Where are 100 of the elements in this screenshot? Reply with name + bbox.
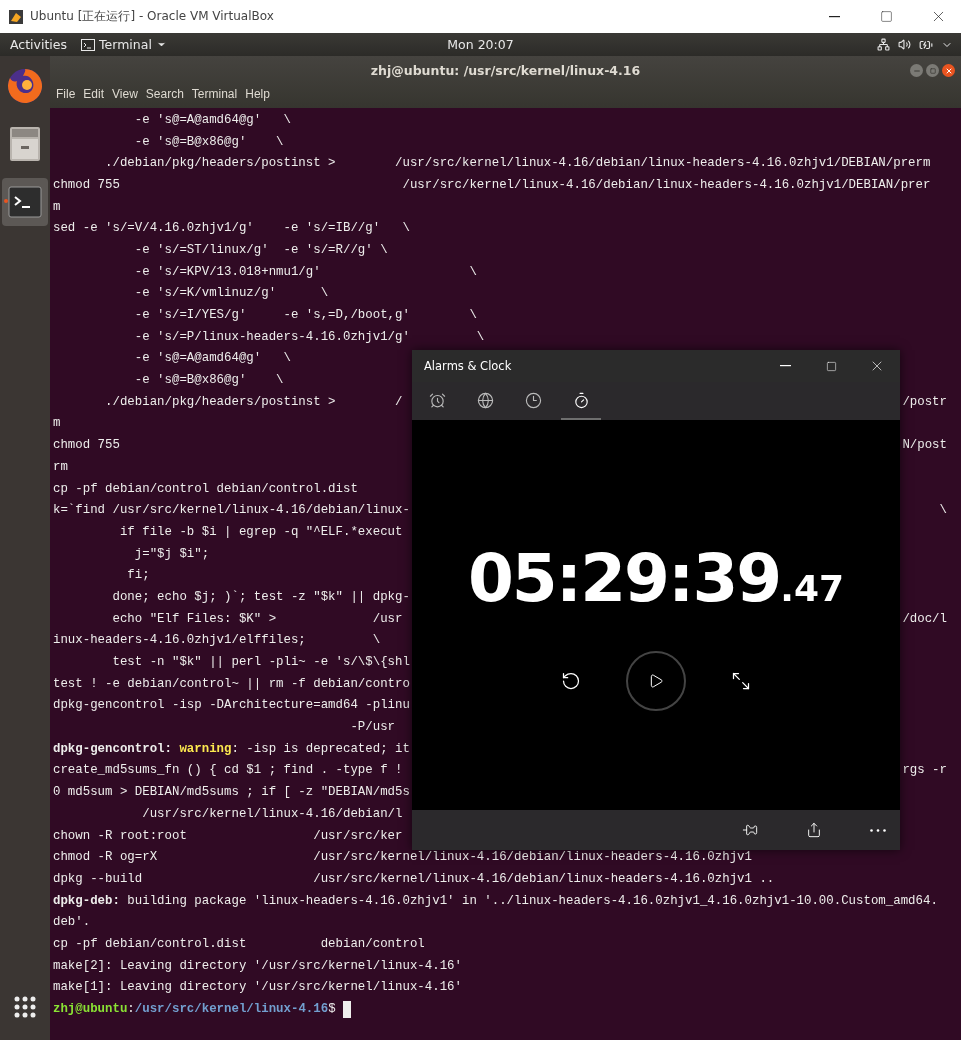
terminal-line: test -n "$k" || perl -pli~ -e 's/\$\{shl xyxy=(111,655,410,670)
terminal-line: rgs -r xyxy=(902,763,947,778)
terminal-line: m xyxy=(53,199,61,214)
elapsed-time: 05:29:39 xyxy=(467,540,781,617)
file-cabinet-icon xyxy=(9,126,41,162)
menu-item[interactable]: Edit xyxy=(79,87,109,101)
terminal-line: N/post xyxy=(902,438,947,453)
terminal-line: inux-headers-4.16.0zhjv1/elffiles; \ xyxy=(53,633,381,648)
terminal-line: -e 's@=A@amd64@g' \ xyxy=(133,112,291,127)
menu-item[interactable]: Search xyxy=(141,87,188,101)
dock-item[interactable] xyxy=(2,178,48,226)
clock[interactable]: Mon 20:07 xyxy=(447,37,514,52)
reset-button[interactable] xyxy=(561,671,581,691)
terminal-line: deb'. xyxy=(53,915,91,930)
terminal-line: chmod 755 /usr/src/kernel/linux-4.16/debian/linux-headers-4.16.0zhjv1/DEBIAN/prer xyxy=(53,177,931,192)
terminal-line: make[2]: Leaving directory '/usr/src/kernel/linux-4.16' xyxy=(53,958,462,973)
terminal-line: k=`find /usr/src/kernel/linux-4.16/debian/linux- xyxy=(53,503,410,518)
terminal-line: chown -R root:root /usr/src/ker xyxy=(53,828,403,843)
window-title: Ubuntu [正在运行] - Oracle VM VirtualBox xyxy=(30,8,275,25)
terminal-line: -e 's/=P/linux-headers-4.16.0zhjv1/g' \ xyxy=(133,329,485,344)
network-icon[interactable] xyxy=(877,38,890,51)
activities-button[interactable]: Activities xyxy=(10,37,76,52)
maximize-icon xyxy=(879,10,893,23)
terminal-text: building package 'linux-headers-4.16.0zhjv1' in '../linux-headers-4.16.0zhjv1_4.16.0zhjv1-10.00.Custom_amd64. xyxy=(126,893,938,908)
terminal-line: if file -b $i | egrep -q "^ELF.*execut xyxy=(118,524,403,539)
terminal-line: /doc/l xyxy=(902,611,947,626)
prompt-path: /usr/src/kernel/linux-4.16 xyxy=(134,1002,329,1017)
terminal-line: dpkg --build /usr/src/kernel/linux-4.16/debian/linux-headers-4.16.0zhjv1 .. xyxy=(53,871,775,886)
terminal-icon xyxy=(81,38,96,51)
terminal-line: ./debian/pkg/headers/postinst > /usr/src/kernel/linux-4.16/debian/linux-headers-4.16.0zhjv1/DEBIAN/prerm xyxy=(104,156,931,171)
terminal-text: $ xyxy=(328,1002,337,1017)
elapsed-fraction: .47 xyxy=(780,568,845,609)
command-name: dpkg-gencontrol: xyxy=(53,741,173,756)
terminal-line: sed -e 's/=V/4.16.0zhjv1/g' -e 's/=IB//g' \ xyxy=(53,221,410,236)
terminal-line: -e 's@=B@x86@g' \ xyxy=(133,134,284,149)
expand-button[interactable] xyxy=(731,671,751,691)
menu-item[interactable]: Terminal xyxy=(187,87,242,101)
more-icon xyxy=(870,828,886,832)
maximize-icon xyxy=(929,67,936,74)
share-button[interactable] xyxy=(806,822,822,838)
close-button[interactable] xyxy=(942,64,955,77)
terminal-line: 0 md5sum > DEBIAN/md5sums ; if [ -z "DEBIAN/md5s xyxy=(53,785,410,800)
terminal-line: -e 's/=I/YES/g' -e 's,=D,/boot,g' \ xyxy=(133,308,477,323)
terminal-line: /postr xyxy=(902,394,947,409)
reset-icon xyxy=(561,671,581,691)
alarm-clock-icon xyxy=(428,391,446,409)
terminal-line: rm xyxy=(53,459,68,474)
terminal-text: : xyxy=(127,1002,135,1017)
app-grid-button[interactable] xyxy=(14,996,36,1018)
minimize-icon xyxy=(828,15,840,18)
terminal-line: /usr/src/kernel/linux-4.16/debian/l xyxy=(141,806,403,821)
window-title: Alarms & Clock xyxy=(424,359,513,373)
warning-label: warning xyxy=(179,741,232,756)
terminal-line: -e 's/=ST/linux/g' -e 's/=R//g' \ xyxy=(133,242,388,257)
terminal-line: cp -pf debian/control.dist debian/control xyxy=(53,936,425,951)
menu-item[interactable]: View xyxy=(108,87,142,101)
terminal-line: make[1]: Leaving directory '/usr/src/kernel/linux-4.16' xyxy=(53,980,462,995)
terminal-line: -e 's@=B@x86@g' \ xyxy=(133,373,284,388)
pin-button[interactable] xyxy=(742,822,758,838)
stopwatch-icon xyxy=(572,391,590,409)
terminal-line: ./debian/pkg/headers/postinst > / xyxy=(104,394,403,409)
close-icon xyxy=(944,66,953,75)
minimize-icon xyxy=(779,365,791,367)
terminal-line: -e 's@=A@amd64@g' \ xyxy=(133,351,291,366)
share-icon xyxy=(806,822,822,838)
terminal-line: \ xyxy=(939,503,947,518)
terminal-line: -e 's/=K/vmlinuz/g' \ xyxy=(133,286,329,301)
terminal-text: : -isp is deprecated; it xyxy=(231,741,410,756)
command-name: dpkg-deb: xyxy=(53,893,120,908)
browser-icon xyxy=(6,67,44,105)
terminal-line: chmod 755 xyxy=(53,438,120,453)
app-grid-icon xyxy=(14,996,36,1018)
prompt-user: zhj@ubuntu xyxy=(53,1002,128,1017)
expand-icon xyxy=(731,671,751,691)
app-icon xyxy=(8,8,24,25)
terminal-line: cp -pf debian/control debian/control.dist xyxy=(53,481,358,496)
terminal-line: test ! -e debian/control~ || rm -f debian/contro xyxy=(53,676,410,691)
terminal-line: echo "Elf Files: $K" > /usr xyxy=(111,611,403,626)
pin-icon xyxy=(742,822,758,838)
menu-item[interactable]: File xyxy=(52,87,80,101)
minimize-button[interactable] xyxy=(910,64,923,77)
clock-icon xyxy=(524,391,542,409)
terminal-line: done; echo $j; )`; test -z "$k" || dpkg- xyxy=(111,589,410,604)
terminal-line: create_md5sums_fn () { cd $1 ; find . -type f ! xyxy=(53,763,404,778)
play-icon xyxy=(648,673,664,689)
volume-icon[interactable] xyxy=(898,38,911,51)
maximize-icon xyxy=(825,360,837,372)
more-button[interactable] xyxy=(870,828,886,832)
globe-icon xyxy=(476,391,494,409)
terminal-line: m xyxy=(53,416,61,431)
terminal-line: -P/usr xyxy=(349,720,396,735)
terminal-line: j="$j $i"; xyxy=(133,546,210,561)
app-menu[interactable]: Terminal xyxy=(81,37,175,52)
terminal-line: dpkg-gencontrol -isp -DArchitecture=amd64 -plinu xyxy=(53,698,410,713)
terminal-line: -e 's/=KPV/13.018+nmu1/g' \ xyxy=(133,264,477,279)
terminal-line: fi; xyxy=(126,568,150,583)
menu-item[interactable]: Help xyxy=(241,87,274,101)
terminal-line: chmod -R og=rX /usr/src/kernel/linux-4.16/debian/linux-headers-4.16.0zhjv1 xyxy=(53,850,752,865)
terminal-title: zhj@ubuntu: /usr/src/kernel/linux-4.16 xyxy=(370,63,641,78)
terminal-icon xyxy=(8,186,42,218)
